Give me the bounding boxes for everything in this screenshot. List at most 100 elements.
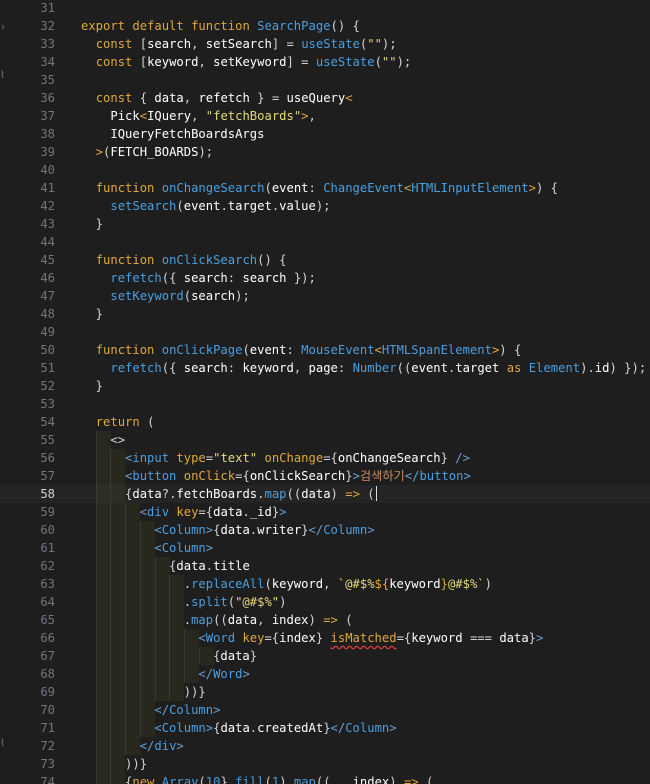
- code-line[interactable]: 73 ))}: [0, 755, 650, 773]
- code-line[interactable]: 41 function onChangeSearch(event: Change…: [0, 179, 650, 197]
- code-token: ({: [161, 361, 184, 375]
- code-line[interactable]: 34 const [keyword, setKeyword] = useStat…: [0, 53, 650, 71]
- code-token: as: [499, 361, 529, 375]
- code-text: </div>: [81, 737, 184, 755]
- code-line[interactable]: 60 <Column>{data.writer}</Column>: [0, 521, 650, 539]
- code-token: IQueryFetchBoardsArgs: [110, 127, 265, 141]
- code-token: data: [227, 613, 258, 627]
- code-line[interactable]: 63 .replaceAll(keyword, `@#$%${keyword}@…: [0, 575, 650, 593]
- code-line[interactable]: 74 {new Array(10}.fill(1).map((_, index)…: [0, 773, 650, 784]
- code-line[interactable]: 44: [0, 233, 650, 251]
- code-editor[interactable]: 31 32 export default function SearchPage()…: [0, 0, 650, 784]
- code-token: .: [81, 577, 192, 591]
- code-token: map: [293, 775, 316, 784]
- code-line[interactable]: 54 return (: [0, 413, 650, 431]
- code-token: ((: [286, 487, 302, 501]
- code-token: Column: [161, 721, 206, 735]
- code-token: </: [198, 667, 214, 681]
- line-number: 42: [40, 199, 55, 213]
- code-text: refetch({ search: keyword, page: Number(…: [81, 359, 646, 377]
- code-line[interactable]: 66 <Word key={index} isMatched={keyword …: [0, 629, 650, 647]
- code-token: search: [147, 37, 192, 51]
- code-line[interactable]: 57 <button onClick={onClickSearch}>검색하기<…: [0, 467, 650, 485]
- fold-icon[interactable]: ›: [0, 22, 6, 33]
- code-line[interactable]: 45 function onClickSearch() {: [0, 251, 650, 269]
- code-line[interactable]: 36 const { data, refetch } = useQuery<: [0, 89, 650, 107]
- code-token: ).: [580, 361, 595, 375]
- line-number: 31: [40, 1, 55, 15]
- code-line[interactable]: 69 ))}: [0, 683, 650, 701]
- code-line[interactable]: 56 <input type="text" onChange={onChange…: [0, 449, 650, 467]
- code-token: setKeyword: [213, 55, 287, 69]
- code-line[interactable]: 65 .map((data, index) => (: [0, 611, 650, 629]
- code-line[interactable]: 70 </Column>: [0, 701, 650, 719]
- code-line[interactable]: 62 {data.title: [0, 557, 650, 575]
- code-token: {: [81, 487, 133, 501]
- line-number: 34: [40, 55, 55, 69]
- code-line[interactable]: 46 refetch({ search: search });: [0, 269, 650, 287]
- code-token: >: [205, 523, 214, 537]
- code-line[interactable]: 53: [0, 395, 650, 413]
- fold-icon[interactable]: ⌇: [0, 738, 5, 749]
- code-token: ,: [191, 37, 206, 51]
- code-line[interactable]: 39 >(FETCH_BOARDS);: [0, 143, 650, 161]
- code-line[interactable]: 51 refetch({ search: keyword, page: Numb…: [0, 359, 650, 377]
- code-line[interactable]: 50 function onClickPage(event: MouseEven…: [0, 341, 650, 359]
- code-token: Element: [528, 361, 581, 375]
- code-line[interactable]: 61 <Column>: [0, 539, 650, 557]
- line-number: 55: [40, 433, 55, 447]
- code-line[interactable]: 40: [0, 161, 650, 179]
- code-token: ((_,: [315, 775, 353, 784]
- code-line[interactable]: 42 setSearch(event.target.value);: [0, 197, 650, 215]
- code-line[interactable]: 47 setKeyword(search);: [0, 287, 650, 305]
- code-token: setSearch: [205, 37, 272, 51]
- code-line[interactable]: 33 const [search, setSearch] = useState(…: [0, 35, 650, 53]
- code-line[interactable]: 55 <>: [0, 431, 650, 449]
- code-text: .split("@#$%"): [81, 593, 287, 611]
- code-token: {: [81, 649, 221, 663]
- code-text: {new Array(10}.fill(1).map((_, index) =>…: [81, 773, 433, 784]
- code-token: const: [95, 91, 140, 105]
- line-number: 40: [40, 163, 55, 177]
- code-token: {: [139, 91, 155, 105]
- code-token: onClick: [183, 469, 236, 483]
- code-line[interactable]: 71 <Column>{data.createdAt}</Column>: [0, 719, 650, 737]
- code-line[interactable]: 52 }: [0, 377, 650, 395]
- code-token: (: [418, 775, 434, 784]
- code-token: new: [132, 775, 162, 784]
- code-token: event: [271, 181, 309, 195]
- code-token: keyword: [147, 55, 199, 69]
- code-line[interactable]: 49: [0, 323, 650, 341]
- code-line[interactable]: 48 }: [0, 305, 650, 323]
- code-token: :: [227, 271, 243, 285]
- code-line[interactable]: 37 Pick<IQuery, "fetchBoards">,: [0, 107, 650, 125]
- code-line[interactable]: 58 {data?.fetchBoards.map((data) => (: [0, 485, 650, 503]
- code-line[interactable]: 38 IQueryFetchBoardsArgs: [0, 125, 650, 143]
- code-token: }: [345, 469, 353, 483]
- code-token: function: [95, 181, 162, 195]
- code-token: refetch: [110, 271, 162, 285]
- code-token: }: [323, 721, 331, 735]
- code-token: map: [191, 613, 214, 627]
- code-token: keyword: [389, 577, 441, 591]
- code-token: data: [176, 559, 206, 573]
- code-line[interactable]: 43 }: [0, 215, 650, 233]
- code-token: ,: [198, 55, 214, 69]
- code-token: );: [381, 37, 397, 51]
- code-line[interactable]: 31: [0, 0, 650, 17]
- code-line[interactable]: 64 .split("@#$%"): [0, 593, 650, 611]
- code-line[interactable]: 72 </div>: [0, 737, 650, 755]
- code-line[interactable]: 68 </Word>: [0, 665, 650, 683]
- code-line[interactable]: 59 <div key={data._id}>: [0, 503, 650, 521]
- code-token: split: [191, 595, 228, 609]
- code-line[interactable]: 32 export default function SearchPage() {: [0, 17, 650, 35]
- code-token: />: [455, 451, 470, 465]
- code-line[interactable]: 35: [0, 71, 650, 89]
- line-number: 53: [40, 397, 55, 411]
- fold-icon[interactable]: ⌇: [0, 70, 5, 81]
- code-line[interactable]: 67 {data}: [0, 647, 650, 665]
